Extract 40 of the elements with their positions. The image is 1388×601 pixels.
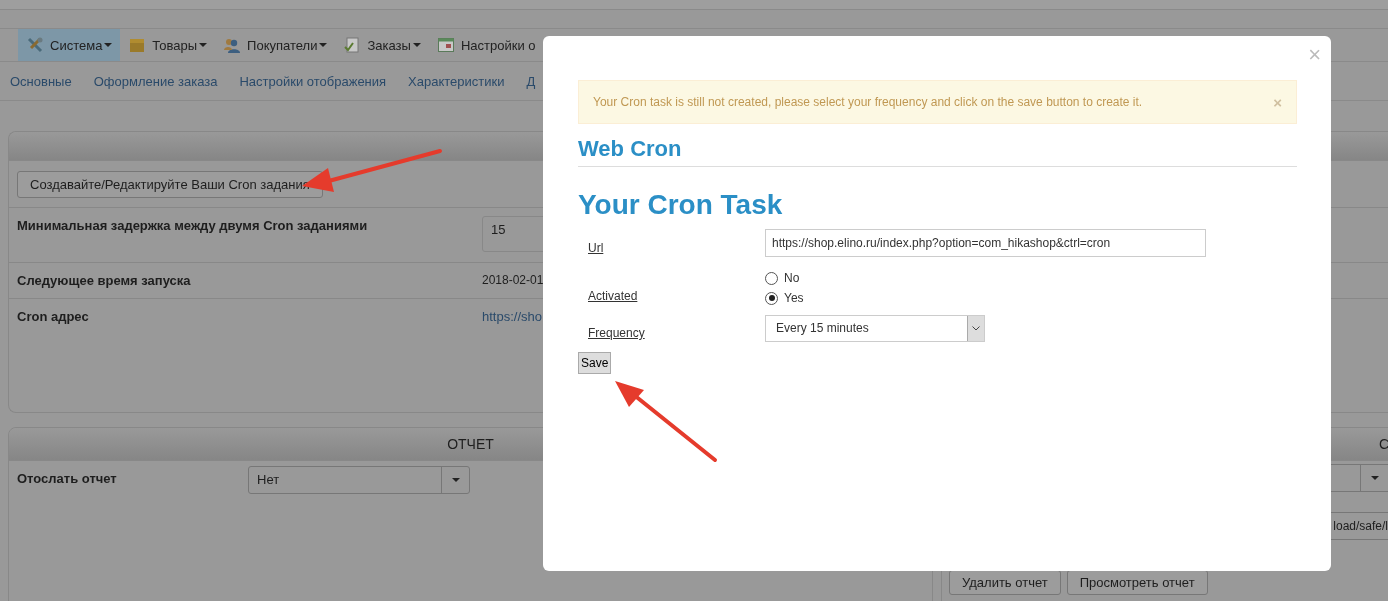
field-label: Cron адрес xyxy=(17,309,90,326)
report-button[interactable]: Удалить отчет xyxy=(949,570,1061,595)
radio-label: Yes xyxy=(784,291,804,305)
panel-title: ОТЧЕТ xyxy=(447,436,494,452)
document-icon xyxy=(343,36,362,54)
report-button[interactable]: Просмотреть отчет xyxy=(1066,570,1208,595)
tools-icon xyxy=(26,36,44,54)
menu-item[interactable]: Заказы xyxy=(335,29,429,61)
window-icon xyxy=(436,36,455,54)
radio-label: No xyxy=(784,271,800,285)
tab[interactable]: Оформление заказа xyxy=(93,73,218,89)
users-icon xyxy=(223,36,242,54)
tab[interactable]: Основные xyxy=(10,73,72,89)
panel-title: С xyxy=(1378,436,1388,452)
menu-item[interactable]: Покупатели xyxy=(215,29,336,61)
field-label: Минимальная задержка между двумя Cron заданиями xyxy=(17,218,369,235)
tab[interactable]: Настройки отображения xyxy=(239,73,387,89)
caret-icon xyxy=(451,478,460,482)
menu-item[interactable]: Настройки о xyxy=(428,29,544,61)
cron-url-link[interactable]: https://sho xyxy=(482,309,542,379)
field-label: Следующее время запуска xyxy=(17,273,192,288)
url-field[interactable]: https://shop.elino.ru/index.php?option=com_hikashop&ctrl=cron xyxy=(765,229,1206,257)
alert-text: Your Cron task is still not created, please select your frequency and click on the save button to create it. xyxy=(593,95,1143,109)
page-heading: Your Cron Task xyxy=(578,189,784,221)
field-label: Frequency xyxy=(587,326,646,342)
field-label: Url xyxy=(587,241,605,257)
frequency-select[interactable]: Every 15 minutes xyxy=(765,315,985,342)
caret-icon xyxy=(1370,476,1379,480)
section-heading: Web Cron xyxy=(578,136,1297,167)
menu-item[interactable]: Система xyxy=(18,29,121,61)
report-select[interactable]: Нет xyxy=(248,466,470,494)
field-value: 2018-02-01 xyxy=(482,273,544,288)
chevron-icon xyxy=(972,326,980,331)
box-icon xyxy=(128,36,147,54)
field-label: Activated xyxy=(587,289,639,305)
tab[interactable]: Д xyxy=(526,73,536,89)
menu-item[interactable]: Товары xyxy=(120,29,216,61)
tab[interactable]: Характеристики xyxy=(408,73,505,89)
save-button[interactable]: Save xyxy=(578,352,612,374)
field-label: Отослать отчет xyxy=(17,471,118,488)
